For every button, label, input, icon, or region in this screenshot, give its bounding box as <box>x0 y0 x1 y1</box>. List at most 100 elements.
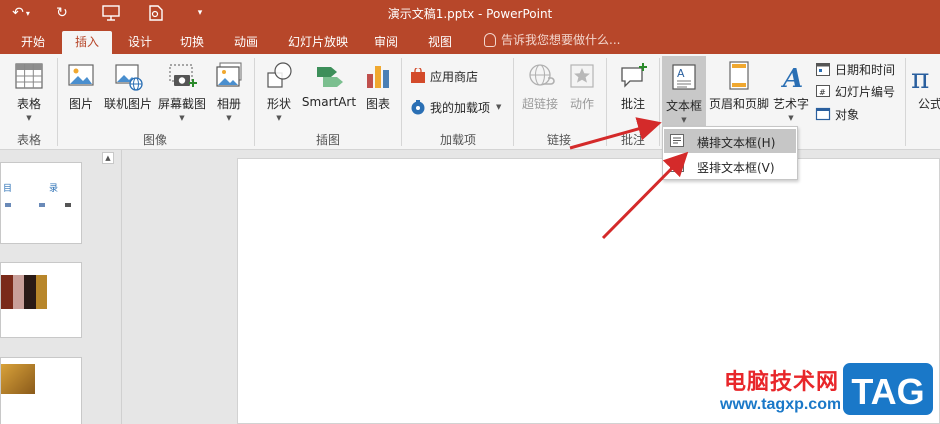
header-footer-icon <box>724 60 754 92</box>
hyperlink-label: 超链接 <box>521 97 558 111</box>
action-label: 动作 <box>569 97 594 111</box>
store-bag-icon <box>410 66 426 84</box>
wordart-icon: A <box>776 60 806 94</box>
tell-me-text: 告诉我您想要做什么... <box>501 33 621 47</box>
picture-button[interactable]: 图片 <box>62 54 100 126</box>
group-label-table: 表格 <box>16 133 41 147</box>
my-addins-button[interactable]: 我的加载项 ▼ <box>410 97 501 117</box>
tab-insert[interactable]: 插入 <box>62 31 112 54</box>
comment-button[interactable]: 批注 <box>612 54 654 126</box>
thumbnail-dot <box>39 203 45 207</box>
chevron-down-icon: ▼ <box>179 114 185 122</box>
watermark-logo: TAG <box>840 360 936 418</box>
table-label: 表格 <box>16 97 41 111</box>
tab-animations[interactable]: 动画 <box>224 31 268 54</box>
table-icon <box>14 60 44 92</box>
date-time-label: 日期和时间 <box>835 62 896 77</box>
ribbon: 表格 ▼ 表格 图片 联机图片 屏幕截图 ▼ 相册 ▼ 图像 形状 ▼ Smar… <box>0 54 940 150</box>
online-picture-button[interactable]: 联机图片 <box>102 54 154 126</box>
group-label-comments: 批注 <box>620 133 645 147</box>
chart-label: 图表 <box>365 97 390 111</box>
photo-album-icon <box>214 60 244 92</box>
svg-text:π: π <box>911 62 929 92</box>
shapes-button[interactable]: 形状 ▼ <box>260 54 298 126</box>
textbox-dropdown-menu: 横排文本框(H) 竖排文本框(V) <box>662 126 798 180</box>
equation-label: 公式 <box>918 97 940 111</box>
menu-item-label: 竖排文本框(V) <box>697 161 775 175</box>
online-picture-label: 联机图片 <box>103 97 152 111</box>
thumbnail-text: 录 <box>49 184 59 194</box>
textbox-icon: A <box>669 62 699 94</box>
chevron-down-icon: ▼ <box>276 114 282 122</box>
header-footer-button[interactable]: 页眉和页脚 <box>708 54 770 126</box>
hyperlink-globe-icon <box>525 60 555 92</box>
group-divider <box>659 58 660 146</box>
calendar-icon <box>815 61 831 77</box>
watermark-site-name: 电脑技术网 <box>724 370 840 395</box>
svg-text:A: A <box>677 67 685 80</box>
comment-icon <box>618 60 648 92</box>
tell-me-search[interactable]: 告诉我您想要做什么... <box>484 32 620 48</box>
comment-label: 批注 <box>620 97 645 111</box>
watermark-url: www.tagxp.com <box>720 396 842 413</box>
object-label: 对象 <box>835 107 860 122</box>
thumbnail-text: 目 <box>3 184 13 194</box>
tab-design[interactable]: 设计 <box>118 31 162 54</box>
chevron-down-icon: ▼ <box>226 114 232 122</box>
slide-thumbnail-2[interactable] <box>0 262 82 338</box>
picture-icon <box>66 60 96 92</box>
group-divider <box>57 58 58 146</box>
group-divider <box>905 58 906 146</box>
action-star-icon <box>567 60 597 92</box>
menu-item-horizontal-textbox[interactable]: 横排文本框(H) <box>664 129 796 153</box>
hyperlink-button[interactable]: 超链接 <box>518 54 562 126</box>
slide-thumbnail-1[interactable]: 目 录 <box>0 162 82 244</box>
tab-home[interactable]: 开始 <box>12 31 54 54</box>
photo-album-label: 相册 <box>216 97 241 111</box>
date-time-button[interactable]: 日期和时间 <box>815 59 895 79</box>
group-divider <box>513 58 514 146</box>
addins-puzzle-icon <box>410 99 426 115</box>
screenshot-button[interactable]: 屏幕截图 ▼ <box>156 54 208 126</box>
chevron-down-icon: ▼ <box>681 116 687 124</box>
picture-label: 图片 <box>68 97 93 111</box>
tab-review[interactable]: 审阅 <box>364 31 408 54</box>
svg-text:A: A <box>780 64 803 92</box>
group-label-illustrations: 插图 <box>315 133 340 147</box>
textbox-button[interactable]: A 文本框 ▼ <box>662 56 706 126</box>
object-button[interactable]: 对象 <box>815 104 859 124</box>
action-button[interactable]: 动作 <box>564 54 600 126</box>
smartart-button[interactable]: SmartArt <box>300 54 358 126</box>
vertical-textbox-icon <box>670 159 684 172</box>
photo-album-button[interactable]: 相册 ▼ <box>210 54 248 126</box>
slide-thumbnail-panel[interactable]: 目 录 <box>0 150 100 424</box>
equation-button[interactable]: π 公式 <box>911 54 940 126</box>
office-store-button[interactable]: 应用商店 <box>410 66 478 86</box>
smartart-label: SmartArt <box>301 95 357 109</box>
thumbnail-scrollbar[interactable] <box>100 150 116 424</box>
screenshot-icon <box>167 60 197 92</box>
chevron-down-icon: ▼ <box>26 114 32 122</box>
thumbnail-dot <box>5 203 11 207</box>
header-footer-label: 页眉和页脚 <box>708 97 769 111</box>
tab-transitions[interactable]: 切换 <box>170 31 214 54</box>
wordart-button[interactable]: A 艺术字 ▼ <box>770 54 812 126</box>
chart-button[interactable]: 图表 <box>360 54 396 126</box>
tab-view[interactable]: 视图 <box>418 31 462 54</box>
window-title: 演示文稿1.pptx - PowerPoint <box>387 7 553 21</box>
lightbulb-icon <box>484 33 496 47</box>
chevron-down-icon: ▼ <box>788 114 794 122</box>
scroll-up-icon[interactable]: ▲ <box>102 152 114 164</box>
group-divider <box>606 58 607 146</box>
thumbnail-dot <box>65 203 71 207</box>
menu-item-vertical-textbox[interactable]: 竖排文本框(V) <box>664 154 796 178</box>
chart-icon <box>363 60 393 92</box>
smartart-icon <box>314 60 344 92</box>
slide-number-button[interactable]: # 幻灯片编号 <box>815 81 895 101</box>
slide-thumbnail-3[interactable] <box>0 357 82 424</box>
wordart-label: 艺术字 <box>772 97 809 111</box>
group-divider <box>401 58 402 146</box>
online-picture-icon <box>113 60 143 92</box>
table-button[interactable]: 表格 ▼ <box>6 54 52 126</box>
tab-slideshow[interactable]: 幻灯片放映 <box>280 31 356 54</box>
